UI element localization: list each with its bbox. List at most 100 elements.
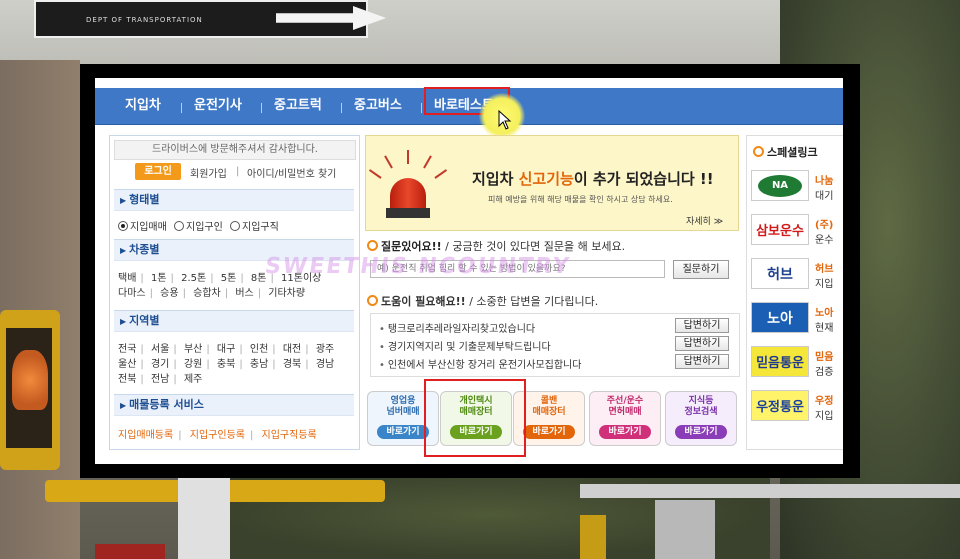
help-title: 도움이 필요해요!!: [381, 295, 466, 308]
vehicle-link[interactable]: 승용: [160, 288, 178, 299]
vehicle-link[interactable]: 5톤: [221, 273, 237, 284]
help-item-text: 인천에서 부산신항 장거리 운전기사모집합니다: [387, 360, 582, 371]
vehicle-link[interactable]: 버스: [235, 288, 253, 299]
find-id-link[interactable]: 아이디/비밀번호 찾기: [247, 165, 336, 180]
type-radio-group: 지입매매 지입구인 지입구직: [118, 218, 279, 233]
special-link-desc: 현재: [815, 323, 834, 334]
banner-more-link[interactable]: 자세히 ≫: [686, 214, 723, 227]
question-desc: / 궁금한 것이 있다면 질문을 해 보세요.: [441, 240, 626, 253]
vehicle-link[interactable]: 기타차량: [268, 288, 305, 299]
help-item-text: 경기지역지리 및 기출문제부탁드립니다: [387, 342, 551, 353]
answer-button[interactable]: 답변하기: [675, 336, 729, 351]
red-sign: [95, 544, 165, 559]
region-link[interactable]: 대구: [217, 344, 235, 355]
region-link[interactable]: 대전: [283, 344, 301, 355]
service-links: 지입매매등록 | 지입구인등록 | 지입구직등록: [118, 430, 317, 441]
radio-label: 지입매매: [130, 222, 167, 233]
hub-logo-text: 허브: [767, 266, 793, 283]
nav-item-used-truck[interactable]: 중고트럭: [274, 95, 322, 117]
go-button[interactable]: 바로가기: [599, 425, 651, 439]
service-link-jiip-hire[interactable]: 지입구인등록: [190, 430, 245, 441]
go-button[interactable]: 바로가기: [523, 425, 575, 439]
special-link-name: 우정: [815, 396, 834, 407]
category-license-trade[interactable]: 주선/운수 면허매매 바로가기: [589, 391, 661, 446]
banner-title-pre: 지입차: [472, 170, 519, 188]
nav-item-jiipcha[interactable]: 지입차: [125, 95, 161, 117]
special-links-label: 스페셜링크: [767, 146, 818, 159]
radio-jiip-sale[interactable]: 지입매매: [118, 221, 167, 233]
region-link[interactable]: 제주: [184, 374, 202, 385]
region-link[interactable]: 전국: [118, 344, 136, 355]
category-knowledge[interactable]: 지식등 정보검색 바로가기: [665, 391, 737, 446]
radio-jiip-seek[interactable]: 지입구직: [230, 221, 279, 233]
region-row-2: 울산 | 경기 | 강원 | 충북 | 충남 | 경북 | 경남: [118, 359, 335, 370]
go-button[interactable]: 바로가기: [377, 425, 429, 439]
street-sign: DEPT OF TRANSPORTATION: [34, 0, 386, 38]
join-link[interactable]: 회원가입: [190, 165, 227, 180]
notice-banner[interactable]: 지입차 신고기능이 추가 되었습니다 !! 피해 예방을 위해 해당 매물을 확…: [365, 135, 739, 231]
vehicle-link[interactable]: 택배: [118, 273, 136, 284]
region-link[interactable]: 부산: [184, 344, 202, 355]
special-link-name: 믿음: [815, 352, 834, 363]
special-links-panel: 스페셜링크 NA 나눔 대기 삼보운수 (주) 운수 허브 허브 지입 노아 노…: [746, 135, 843, 450]
region-link[interactable]: 충북: [217, 359, 235, 370]
section-region-label: 지역별: [129, 314, 160, 327]
nav-item-driver[interactable]: 운전기사: [194, 95, 242, 117]
vehicle-link[interactable]: 2.5톤: [181, 273, 206, 284]
region-link[interactable]: 충남: [250, 359, 268, 370]
special-link-desc: 지입: [815, 411, 834, 422]
region-link[interactable]: 인천: [250, 344, 268, 355]
go-button[interactable]: 바로가기: [675, 425, 727, 439]
answer-button[interactable]: 답변하기: [675, 318, 729, 333]
help-item[interactable]: • 탱크로리추레라일자리찾고있습니다: [379, 320, 535, 335]
noah-logo-text: 노아: [767, 310, 793, 327]
service-link-jiip-seek[interactable]: 지입구직등록: [262, 430, 317, 441]
vehicle-link[interactable]: 1톤: [151, 273, 167, 284]
special-link-item[interactable]: 허브 허브 지입: [751, 258, 843, 290]
region-link[interactable]: 경기: [151, 359, 169, 370]
region-link[interactable]: 강원: [184, 359, 202, 370]
region-link[interactable]: 서울: [151, 344, 169, 355]
radio-label: 지입구직: [242, 222, 279, 233]
special-link-item[interactable]: 우정통운 우정 지입: [751, 390, 843, 422]
vehicle-link[interactable]: 승합차: [193, 288, 221, 299]
signal-box-yellow: [580, 515, 606, 559]
section-service-label: 매물등록 서비스: [129, 398, 204, 411]
region-link[interactable]: 경남: [316, 359, 334, 370]
screenshot-frame: 지입차 운전기사 중고트럭 중고버스 바로테스트 드라이버스에 방문해주셔서 감…: [80, 64, 860, 478]
pedestrian-signal: [0, 310, 60, 470]
siren-ray: [407, 150, 409, 164]
special-link-name: 허브: [815, 264, 834, 275]
siren-ray: [384, 155, 393, 169]
section-region-title: ▶ 지역별: [114, 310, 354, 332]
login-button[interactable]: 로그인: [135, 163, 181, 180]
section-type-title: ▶ 형태별: [114, 189, 354, 211]
bullet-circle-icon: [753, 146, 764, 157]
help-item[interactable]: • 인천에서 부산신항 장거리 운전기사모집합니다: [379, 356, 581, 371]
bullet-circle-icon: [367, 240, 378, 251]
help-heading: 도움이 필요해요!! / 소중한 답변을 기다립니다.: [367, 293, 598, 309]
region-link[interactable]: 경북: [283, 359, 301, 370]
vehicle-link[interactable]: 다마스: [118, 288, 146, 299]
siren-ray: [423, 155, 432, 169]
nav-item-used-bus[interactable]: 중고버스: [354, 95, 402, 117]
region-link[interactable]: 광주: [316, 344, 334, 355]
ask-question-button[interactable]: 질문하기: [673, 260, 729, 279]
special-link-item[interactable]: 삼보운수 (주) 운수: [751, 214, 843, 246]
sambo-logo-text: 삼보운수: [756, 224, 804, 239]
answer-button[interactable]: 답변하기: [675, 354, 729, 369]
region-link[interactable]: 전북: [118, 374, 136, 385]
special-link-item[interactable]: 노아 노아 현재: [751, 302, 843, 334]
region-link[interactable]: 전남: [151, 374, 169, 385]
na-logo-text: NA: [758, 174, 802, 197]
special-link-item[interactable]: 믿음통운 믿음 검증: [751, 346, 843, 378]
triangle-icon: ▶: [120, 401, 127, 410]
special-links-title: 스페셜링크: [753, 144, 818, 160]
street-sign-text: DEPT OF TRANSPORTATION: [86, 16, 203, 24]
special-link-item[interactable]: NA 나눔 대기: [751, 170, 843, 202]
radio-jiip-hire[interactable]: 지입구인: [174, 221, 223, 233]
help-item[interactable]: • 경기지역지리 및 기출문제부탁드립니다: [379, 338, 551, 353]
region-link[interactable]: 울산: [118, 359, 136, 370]
service-link-jiip-sale[interactable]: 지입매매등록: [118, 430, 173, 441]
section-service-title: ▶ 매물등록 서비스: [114, 394, 354, 416]
